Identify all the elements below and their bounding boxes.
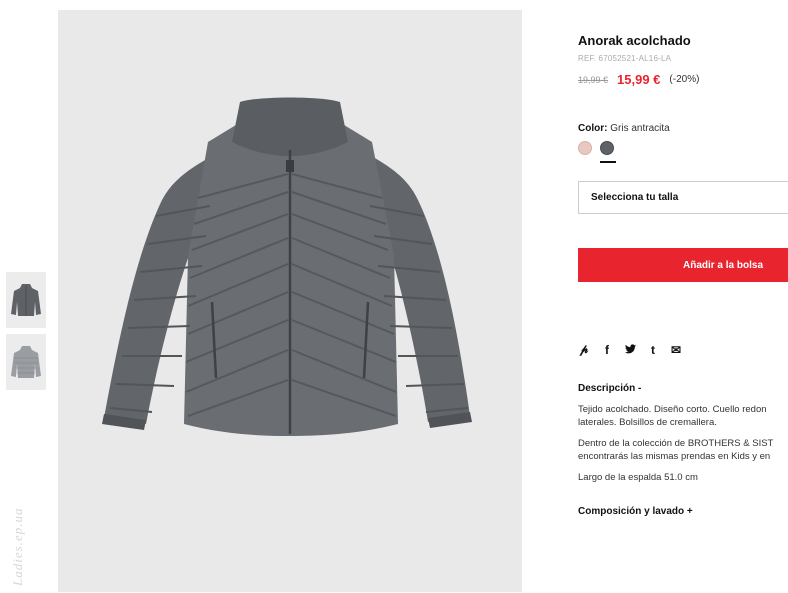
discount-percentage: (-20%) [669,74,700,85]
color-label-row: Color: Gris antracita [578,123,788,134]
facebook-icon[interactable]: f [601,343,613,357]
twitter-icon[interactable] [624,343,636,357]
color-swatch-pink[interactable] [578,141,592,155]
email-icon[interactable]: ✉ [670,343,682,357]
tumblr-icon[interactable]: t [647,343,659,357]
thumbnail-strip [6,272,46,396]
thumbnail-back[interactable] [6,334,46,390]
jacket-back-thumbnail [11,346,41,378]
old-price: 19,99 € [578,74,609,85]
watermark: Ladies.ep.ua [4,470,28,590]
composition-heading[interactable]: Composición y lavado + [578,506,788,517]
description-paragraph-2: Dentro de la colección de BROTHERS & SIS… [578,437,788,463]
product-title: Anorak acolchado [578,33,691,48]
price-row: 19,99 € 15,99 € (-20%) [578,72,788,87]
color-value: Gris antracita [610,123,670,134]
share-icons: 𝓅 f t ✉ [578,342,788,357]
jacket-front-thumbnail [11,284,41,316]
description-line: encontrarás las mismas prendas en Kids y… [578,451,771,462]
product-page: Ladies.ep.ua Anorak acolchado REF. 67052… [0,0,788,593]
color-label: Color: [578,123,608,134]
description-line: Tejido acolchado. Diseño corto. Cuello r… [578,404,767,415]
size-selector[interactable]: Selecciona tu talla [578,181,788,214]
add-to-bag-button[interactable]: Añadir a la bolsa [578,248,788,282]
sale-price: 15,99 € [617,72,661,87]
description-paragraph-1: Tejido acolchado. Diseño corto. Cuello r… [578,403,788,429]
jacket-image [102,97,472,436]
description-heading[interactable]: Descripción - [578,383,788,394]
description-line: Dentro de la colección de BROTHERS & SIS… [578,438,774,449]
description-line: laterales. Bolsillos de cremallera. [578,417,717,428]
watermark-text: Ladies.ep.ua [10,507,25,586]
color-swatches [578,141,788,163]
product-info-panel: Anorak acolchado REF. 67052521-AL16-LA 1… [578,30,788,517]
description-paragraph-3: Largo de la espalda 51.0 cm [578,472,698,483]
pinterest-icon[interactable]: 𝓅 [578,342,590,357]
product-main-image [58,10,522,592]
thumbnail-front[interactable] [6,272,46,328]
color-swatch-grey[interactable] [600,141,616,163]
product-reference: REF. 67052521-AL16-LA [578,54,672,63]
